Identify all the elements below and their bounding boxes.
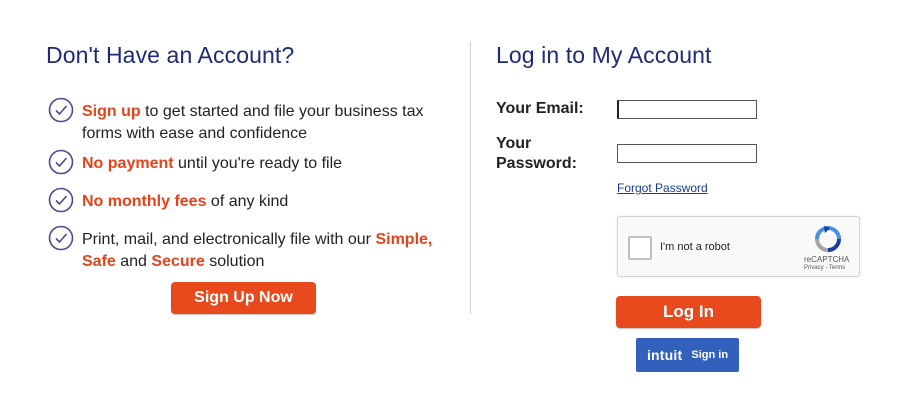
- recaptcha-icon: [815, 226, 841, 252]
- recaptcha-checkbox[interactable]: [628, 236, 652, 260]
- recaptcha-brand: reCAPTCHA: [804, 255, 850, 264]
- intuit-sign-in-label: Sign in: [691, 349, 729, 361]
- signup-heading: Don't Have an Account?: [46, 42, 295, 68]
- feature-desc: of any kind: [206, 193, 289, 210]
- check-circle-icon: [48, 187, 74, 213]
- login-panel: Log in to My Account Your Email: Your Pa…: [471, 0, 916, 404]
- feature-text: No monthly fees of any kind: [82, 191, 288, 213]
- login-heading: Log in to My Account: [496, 42, 712, 68]
- feature-desc: Print, mail, and electronically file wit…: [82, 231, 376, 248]
- feature-desc: until you're ready to file: [173, 155, 343, 172]
- feature-item: Sign up to get started and file your bus…: [48, 97, 458, 145]
- feature-text: No payment until you're ready to file: [82, 153, 342, 175]
- sign-up-now-button[interactable]: Sign Up Now: [171, 282, 316, 314]
- recaptcha-widget: I'm not a robot reCAPTCHA Privacy - Term…: [617, 216, 860, 277]
- password-field[interactable]: [617, 144, 757, 163]
- feature-highlight: No monthly fees: [82, 193, 207, 210]
- email-field[interactable]: [617, 100, 757, 119]
- password-label: Your Password:: [496, 134, 577, 174]
- forgot-password-link[interactable]: Forgot Password: [617, 181, 708, 195]
- check-circle-icon: [48, 149, 74, 175]
- password-label-line2: Password:: [496, 155, 577, 172]
- feature-item: No payment until you're ready to file: [48, 149, 458, 175]
- email-label: Your Email:: [496, 100, 584, 117]
- recaptcha-terms[interactable]: Privacy - Terms: [804, 265, 845, 271]
- feature-text: Sign up to get started and file your bus…: [82, 101, 458, 145]
- signup-panel: Don't Have an Account? Sign up to get st…: [0, 0, 470, 404]
- intuit-logo: intuit: [646, 346, 683, 363]
- password-input[interactable]: [618, 145, 756, 163]
- feature-highlight: Secure: [151, 253, 205, 270]
- recaptcha-label: I'm not a robot: [660, 241, 730, 253]
- check-circle-icon: [48, 225, 74, 251]
- feature-text: Print, mail, and electronically file wit…: [82, 229, 442, 273]
- feature-highlight: No payment: [82, 155, 174, 172]
- feature-item: Print, mail, and electronically file wit…: [48, 225, 458, 273]
- password-label-line1: Your: [496, 135, 532, 152]
- email-input[interactable]: [619, 101, 756, 119]
- check-circle-icon: [48, 97, 74, 123]
- log-in-button[interactable]: Log In: [616, 296, 761, 328]
- feature-highlight: Sign up: [82, 103, 141, 120]
- intuit-sign-in-button[interactable]: intuit Sign in: [636, 338, 739, 372]
- feature-item: No monthly fees of any kind: [48, 187, 458, 213]
- feature-desc: solution: [204, 253, 265, 270]
- feature-desc: and: [115, 253, 152, 270]
